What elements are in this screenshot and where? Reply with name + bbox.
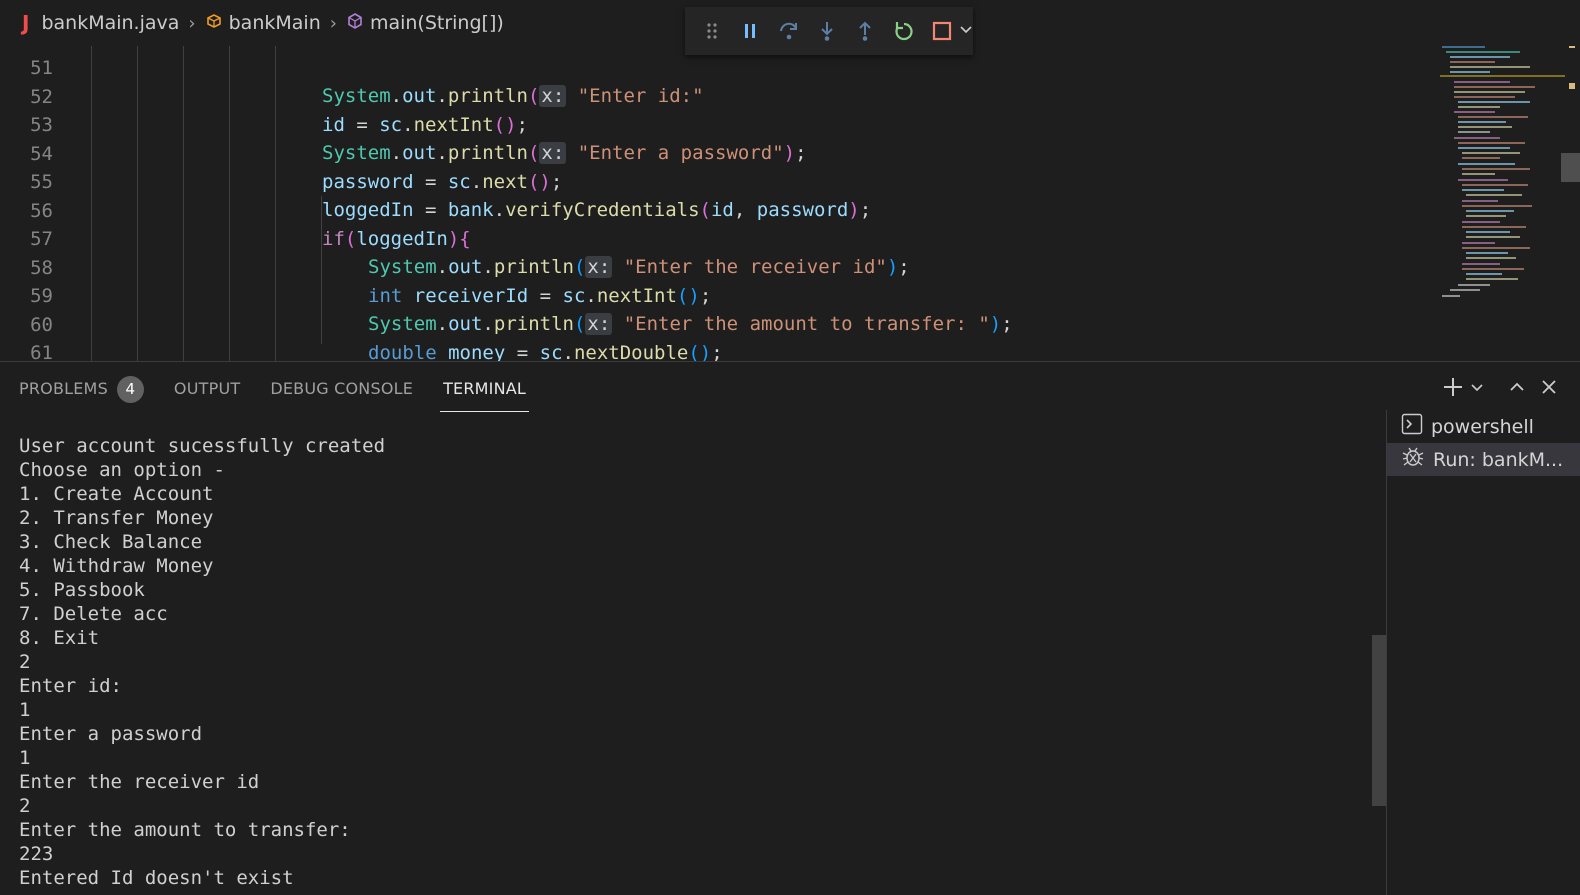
terminal-line: Entered Id doesn't exist	[19, 867, 294, 889]
tab-label: TERMINAL	[443, 379, 527, 398]
terminal-line: 4. Withdraw Money	[19, 555, 214, 577]
plus-icon[interactable]	[1442, 376, 1464, 402]
code-line: 54 password = sc.next();	[0, 112, 562, 193]
code-line: 52 id = sc.nextInt();	[0, 55, 528, 136]
code-line: 55 loggedIn = bank.verifyCredentials(id,…	[0, 140, 871, 221]
class-icon	[205, 12, 223, 35]
tab-problems[interactable]: PROBLEMS 4	[19, 374, 144, 404]
terminal-list: powershell Run: bankM...	[1386, 410, 1580, 895]
terminal-item-powershell[interactable]: powershell	[1387, 410, 1580, 443]
terminal-line: Enter id:	[19, 675, 122, 697]
panel-tabs: PROBLEMS 4 OUTPUT DEBUG CONSOLE TERMINAL	[19, 374, 529, 412]
terminal-icon	[1401, 413, 1423, 440]
chevron-right-icon: ›	[329, 12, 337, 34]
bottom-panel: PROBLEMS 4 OUTPUT DEBUG CONSOLE TERMINAL …	[0, 361, 1580, 895]
indent-guide	[183, 38, 184, 361]
terminal-line: 5. Passbook	[19, 579, 145, 601]
code-line: 58 int receiverId = sc.nextInt();	[0, 226, 711, 307]
parameter-hint: x:	[585, 313, 613, 335]
terminal-line: 2. Transfer Money	[19, 507, 214, 529]
terminal-item-run-bankmain[interactable]: Run: bankM...	[1387, 443, 1580, 476]
parameter-hint: x:	[539, 142, 567, 164]
code-line: 61 bank.sendMoney(receiverId, id, money)…	[0, 311, 53, 361]
chevron-down-icon[interactable]	[959, 22, 973, 41]
stop-icon[interactable]	[927, 16, 957, 47]
indent-guide	[275, 38, 276, 361]
restart-icon[interactable]	[888, 16, 918, 47]
java-file-icon: J	[22, 11, 30, 35]
debug-toolbar	[685, 7, 973, 55]
chevron-right-icon: ›	[188, 12, 196, 34]
code-line: 53 System.out.println(x: "Enter a passwo…	[0, 83, 807, 164]
terminal-output[interactable]: User account sucessfully created Choose a…	[19, 434, 1359, 890]
terminal-line: 1	[19, 747, 31, 769]
terminal-item-label: Run: bankM...	[1433, 448, 1564, 471]
chevron-down-icon[interactable]	[1470, 380, 1484, 399]
parameter-hint: x:	[539, 85, 567, 107]
code-editor[interactable]: 51 System.out.println(x: "Enter id:" 52 …	[0, 38, 1580, 361]
step-into-icon[interactable]	[812, 16, 842, 47]
drag-handle-icon[interactable]	[697, 16, 727, 47]
overview-ruler-marker	[1569, 83, 1575, 89]
tab-debug-console[interactable]: DEBUG CONSOLE	[270, 374, 413, 404]
breadcrumb-file[interactable]: bankMain.java	[41, 12, 179, 34]
tab-output[interactable]: OUTPUT	[174, 374, 240, 404]
breadcrumb-method[interactable]: main(String[])	[370, 12, 504, 34]
pause-icon[interactable]	[735, 16, 765, 47]
code-line: 60 double money = sc.nextDouble();	[0, 283, 723, 361]
terminal-item-label: powershell	[1431, 415, 1534, 438]
terminal-line: 2	[19, 651, 31, 673]
code-line: 59 System.out.println(x: "Enter the amou…	[0, 254, 1013, 335]
terminal-line: User account sucessfully created	[19, 435, 386, 457]
indent-guide	[91, 38, 92, 361]
terminal-line: 1. Create Account	[19, 483, 214, 505]
code-line: 57 System.out.println(x: "Enter the rece…	[0, 197, 910, 278]
tab-label: PROBLEMS	[19, 379, 108, 398]
terminal-line: Choose an option -	[19, 459, 225, 481]
close-icon[interactable]	[1540, 378, 1558, 400]
terminal-line: 3. Check Balance	[19, 531, 203, 553]
code-line: 56 if(loggedIn){	[0, 169, 471, 250]
debug-icon	[1401, 445, 1425, 474]
terminal-scrollbar-thumb[interactable]	[1372, 635, 1386, 806]
breadcrumb-class[interactable]: bankMain	[229, 12, 321, 34]
tab-label: OUTPUT	[173, 379, 241, 398]
terminal-line: Enter a password	[19, 723, 203, 745]
indent-guide	[137, 38, 138, 361]
terminal-line: 7. Delete acc	[19, 603, 168, 625]
terminal-line: Enter the receiver id	[19, 771, 260, 793]
chevron-up-icon[interactable]	[1508, 378, 1526, 400]
tab-terminal[interactable]: TERMINAL	[440, 374, 529, 412]
terminal-line: 2	[19, 795, 31, 817]
editor-scrollbar-thumb[interactable]	[1561, 153, 1580, 182]
minimap[interactable]	[1440, 38, 1565, 361]
terminal-line: 1	[19, 699, 31, 721]
parameter-hint: x:	[585, 256, 613, 278]
terminal-line: 8. Exit	[19, 627, 100, 649]
problems-count-badge: 4	[116, 376, 144, 403]
indent-guide	[229, 38, 230, 361]
tab-label: DEBUG CONSOLE	[270, 379, 414, 398]
code-line: 62 }	[0, 340, 46, 361]
step-over-icon[interactable]	[774, 16, 804, 47]
terminal-line: 223	[19, 843, 54, 865]
terminal-line: Enter the amount to transfer:	[19, 819, 351, 841]
panel-actions	[1442, 374, 1558, 404]
step-out-icon[interactable]	[850, 16, 880, 47]
method-icon	[346, 12, 364, 35]
